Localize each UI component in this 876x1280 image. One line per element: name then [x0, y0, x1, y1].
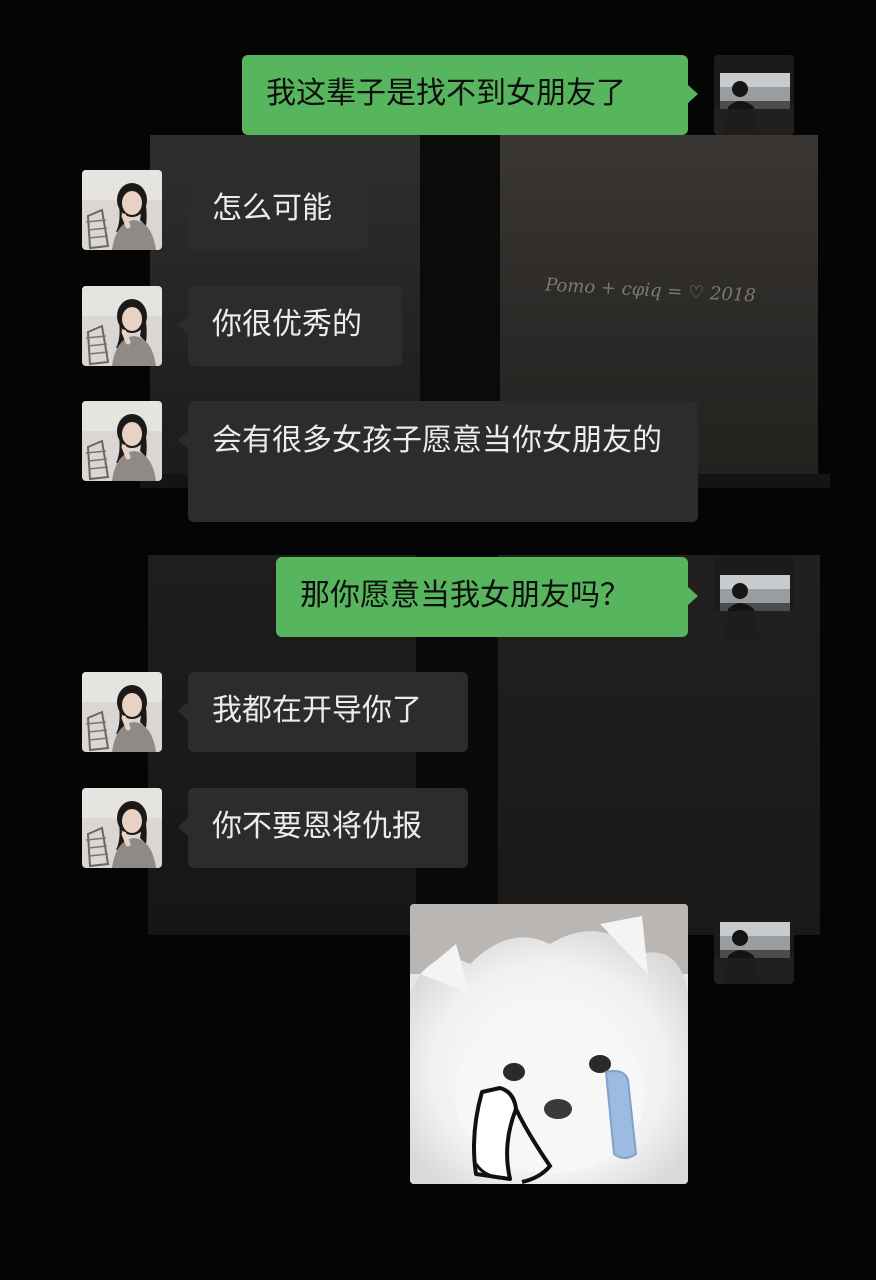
avatar[interactable]	[82, 788, 162, 868]
message-row-received: 我都在开导你了	[82, 672, 468, 752]
message-row-received: 会有很多女孩子愿意当你女朋友的	[82, 401, 698, 522]
user-avatar-icon	[714, 557, 794, 637]
contact-avatar-icon	[82, 286, 162, 366]
message-row-sent: 那你愿意当我女朋友吗？	[276, 557, 794, 637]
contact-avatar-icon	[82, 788, 162, 868]
message-bubble-received[interactable]: 你不要恩将仇报	[178, 788, 468, 868]
user-avatar-icon	[714, 55, 794, 135]
contact-avatar-icon	[82, 672, 162, 752]
message-row-received: 你不要恩将仇报	[82, 788, 468, 868]
avatar[interactable]	[82, 401, 162, 481]
avatar[interactable]	[714, 557, 794, 637]
avatar[interactable]	[714, 55, 794, 135]
message-row-sent	[410, 904, 794, 1184]
message-row-sent: 我这辈子是找不到女朋友了	[242, 55, 794, 135]
user-avatar-icon	[714, 904, 794, 984]
message-bubble-received[interactable]: 你很优秀的	[178, 286, 402, 366]
sticker-message[interactable]	[410, 904, 688, 1184]
message-bubble-sent[interactable]: 那你愿意当我女朋友吗？	[276, 557, 698, 637]
crying-dog-sticker-icon	[410, 904, 688, 1184]
avatar[interactable]	[82, 286, 162, 366]
message-bubble-received[interactable]: 我都在开导你了	[178, 672, 468, 752]
avatar[interactable]	[714, 904, 794, 984]
message-row-received: 你很优秀的	[82, 286, 402, 366]
contact-avatar-icon	[82, 401, 162, 481]
contact-avatar-icon	[82, 170, 162, 250]
avatar[interactable]	[82, 672, 162, 752]
avatar[interactable]	[82, 170, 162, 250]
message-bubble-received[interactable]: 会有很多女孩子愿意当你女朋友的	[178, 401, 698, 522]
message-bubble-received[interactable]: 怎么可能	[178, 170, 368, 250]
message-bubble-sent[interactable]: 我这辈子是找不到女朋友了	[242, 55, 698, 135]
message-row-received: 怎么可能	[82, 170, 368, 250]
